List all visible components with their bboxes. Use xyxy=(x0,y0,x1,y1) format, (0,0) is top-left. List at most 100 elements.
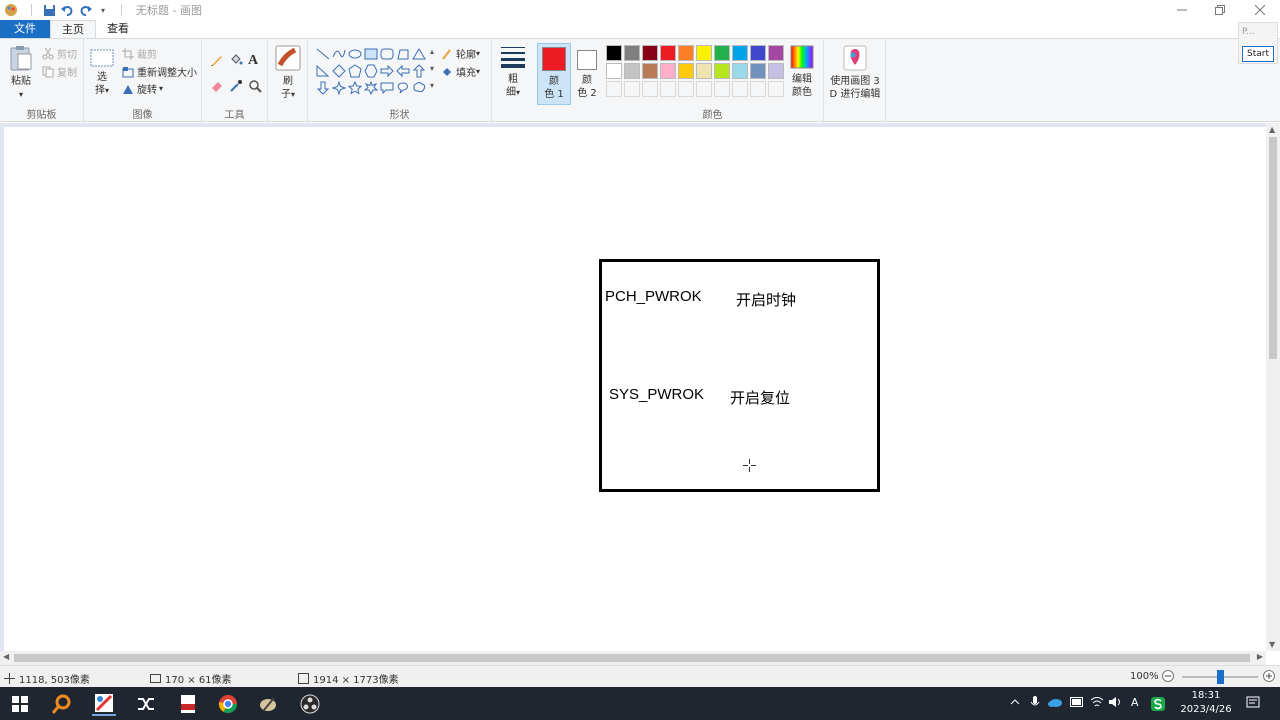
scroll-up-icon[interactable]: ▲ xyxy=(1269,125,1275,134)
color-swatch[interactable] xyxy=(714,45,730,61)
color2-button[interactable]: 颜 色 2 xyxy=(572,43,602,105)
color-swatch[interactable] xyxy=(660,63,676,79)
color-swatch[interactable] xyxy=(606,45,622,61)
cut-button[interactable]: 剪切 xyxy=(42,46,77,61)
color1-button[interactable]: 颜 色 1 xyxy=(537,43,571,105)
notification-center-icon[interactable] xyxy=(1246,696,1260,713)
shape-option-icon[interactable] xyxy=(396,64,410,78)
custom-color-slot[interactable] xyxy=(642,81,658,97)
chrome-icon[interactable] xyxy=(216,692,240,716)
color-swatch[interactable] xyxy=(750,63,766,79)
shape-option-icon[interactable] xyxy=(332,47,346,61)
battery-icon[interactable] xyxy=(1070,696,1084,710)
wifi-icon[interactable] xyxy=(1090,696,1104,711)
shape-option-icon[interactable] xyxy=(412,47,426,61)
color-swatch[interactable] xyxy=(678,63,694,79)
color-swatch[interactable] xyxy=(624,63,640,79)
scroll-down-icon[interactable]: ▼ xyxy=(1269,640,1275,649)
zoom-slider[interactable] xyxy=(1182,670,1258,684)
shape-option-icon[interactable] xyxy=(380,64,394,78)
shape-option-icon[interactable] xyxy=(364,47,378,61)
color-swatch[interactable] xyxy=(624,45,640,61)
custom-color-slot[interactable] xyxy=(714,81,730,97)
shape-option-icon[interactable] xyxy=(380,47,394,61)
custom-color-slot[interactable] xyxy=(678,81,694,97)
tab-view[interactable]: 查看 xyxy=(96,20,140,38)
color-swatch[interactable] xyxy=(606,63,622,79)
vertical-scrollbar[interactable]: ▲ ▼ xyxy=(1266,123,1280,651)
color-swatch[interactable] xyxy=(642,63,658,79)
start-button[interactable]: Start xyxy=(1242,46,1274,62)
shape-option-icon[interactable] xyxy=(348,64,362,78)
resize-button[interactable]: 重新调整大小 xyxy=(122,64,197,79)
paste-button[interactable]: 粘贴 ▾ xyxy=(6,45,36,101)
magnifier-icon[interactable] xyxy=(248,79,262,93)
color-swatch[interactable] xyxy=(642,45,658,61)
scroll-left-icon[interactable]: ◀ xyxy=(3,652,9,661)
zoom-out-icon[interactable] xyxy=(1162,670,1174,682)
fill-button[interactable]: 填充 ▾ xyxy=(441,64,480,79)
close-button[interactable] xyxy=(1240,0,1280,20)
shuffle-app-icon[interactable] xyxy=(134,692,158,716)
shape-option-icon[interactable] xyxy=(348,47,362,61)
color-swatch[interactable] xyxy=(768,63,784,79)
custom-color-slot[interactable] xyxy=(696,81,712,97)
onedrive-icon[interactable] xyxy=(1047,696,1063,711)
custom-color-slot[interactable] xyxy=(732,81,748,97)
shape-option-icon[interactable] xyxy=(332,64,346,78)
restore-button[interactable] xyxy=(1200,0,1240,20)
save-icon[interactable] xyxy=(42,3,56,17)
select-button[interactable]: 选 择▾ xyxy=(88,49,116,97)
fill-bucket-icon[interactable] xyxy=(229,53,243,67)
microphone-icon[interactable] xyxy=(1030,696,1040,713)
text-tool-icon[interactable]: A xyxy=(248,53,262,68)
search-icon[interactable] xyxy=(50,692,74,716)
input-method-indicator[interactable]: A xyxy=(1131,696,1139,709)
shape-option-icon[interactable] xyxy=(396,47,410,61)
shape-option-icon[interactable] xyxy=(380,81,394,95)
color-swatch[interactable] xyxy=(696,63,712,79)
windows-start-icon[interactable] xyxy=(8,692,32,716)
shape-option-icon[interactable] xyxy=(316,47,330,61)
show-hidden-icons[interactable] xyxy=(1010,696,1020,710)
custom-color-slot[interactable] xyxy=(750,81,766,97)
shape-option-icon[interactable] xyxy=(396,81,410,95)
shape-option-icon[interactable] xyxy=(363,80,379,96)
color-picker-icon[interactable] xyxy=(229,79,243,93)
zoom-in-icon[interactable] xyxy=(1263,670,1275,682)
volume-icon[interactable] xyxy=(1108,696,1122,711)
shape-option-icon[interactable] xyxy=(412,81,426,95)
shapes-more-icon[interactable]: ▾ xyxy=(430,81,444,95)
undo-icon[interactable] xyxy=(60,3,74,17)
minimize-button[interactable] xyxy=(1162,0,1202,20)
redo-icon[interactable] xyxy=(78,3,92,17)
shape-option-icon[interactable] xyxy=(347,80,363,95)
outline-button[interactable]: 轮廓 ▾ xyxy=(441,46,480,61)
vertical-scroll-thumb[interactable] xyxy=(1269,137,1277,359)
system-clock[interactable]: 18:31 2023/4/26 xyxy=(1176,689,1236,717)
color-swatch[interactable] xyxy=(732,45,748,61)
color-swatch[interactable] xyxy=(768,45,784,61)
paint-taskbar-icon[interactable] xyxy=(92,692,116,716)
copy-button[interactable]: 复制 xyxy=(42,64,77,79)
horizontal-scroll-thumb[interactable] xyxy=(14,654,1250,662)
shape-option-icon[interactable] xyxy=(316,64,330,78)
size-button[interactable]: 粗 细▾ xyxy=(498,45,528,99)
crop-button[interactable]: 裁剪 xyxy=(122,46,157,61)
customize-qat-icon[interactable]: ▾ xyxy=(96,3,110,17)
horizontal-scrollbar[interactable]: ◀ ▶ xyxy=(0,651,1266,665)
scroll-right-icon[interactable]: ▶ xyxy=(1257,652,1263,661)
shape-option-icon[interactable] xyxy=(316,81,330,95)
color-swatch[interactable] xyxy=(660,45,676,61)
brush-button[interactable]: 刷 子▾ xyxy=(273,45,303,101)
custom-color-slot[interactable] xyxy=(768,81,784,97)
drawing-canvas[interactable]: PCH_PWROK 开启时钟 SYS_PWROK 开启复位 xyxy=(4,127,1268,651)
color-swatch[interactable] xyxy=(678,45,694,61)
eraser-icon[interactable] xyxy=(210,79,224,93)
custom-color-slot[interactable] xyxy=(660,81,676,97)
color-swatch[interactable] xyxy=(714,63,730,79)
pencil-icon[interactable] xyxy=(210,53,224,67)
tab-file[interactable]: 文件 xyxy=(0,20,50,38)
custom-color-slot[interactable] xyxy=(606,81,622,97)
obs-icon[interactable] xyxy=(298,692,322,716)
